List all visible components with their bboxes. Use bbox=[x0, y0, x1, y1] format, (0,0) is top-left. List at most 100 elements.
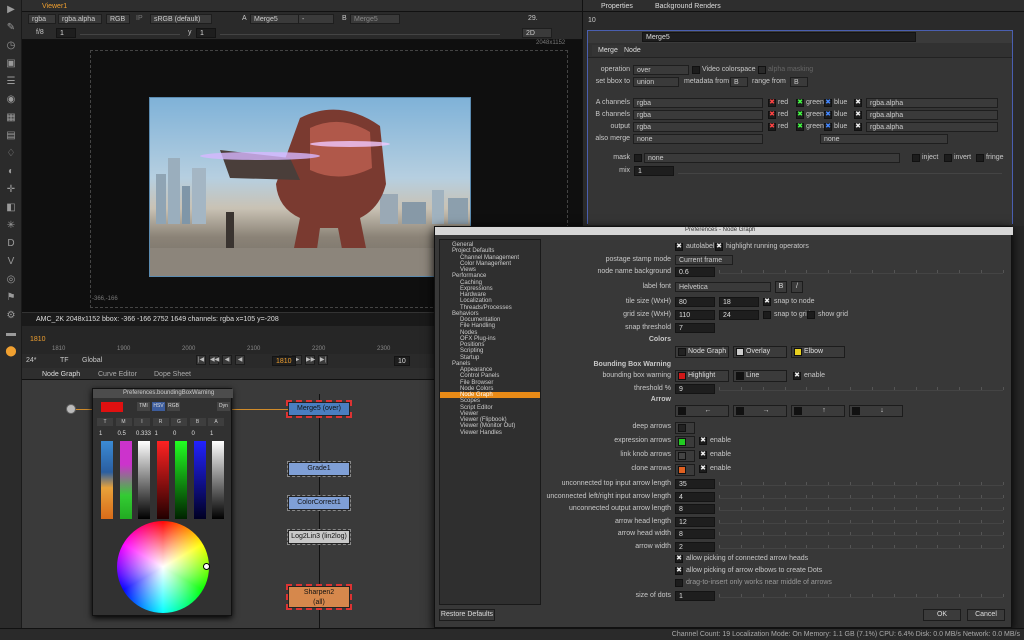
channel-slider[interactable] bbox=[212, 441, 224, 519]
views-icon[interactable]: V bbox=[0, 252, 22, 270]
node-grade1[interactable]: Grade1 bbox=[287, 461, 351, 477]
merge-icon[interactable]: ◐ bbox=[0, 162, 22, 180]
fps-field[interactable]: 24* bbox=[26, 357, 37, 364]
node-colorcorrect1[interactable]: ColorCorrect1 bbox=[287, 495, 351, 511]
node-merge5[interactable]: Merge5 (over) bbox=[286, 400, 352, 418]
global-dropdown[interactable]: Global bbox=[82, 357, 102, 364]
current-frame-field[interactable]: 1810 bbox=[272, 356, 296, 366]
output-dropdown[interactable]: rgba bbox=[633, 122, 763, 132]
tab-properties[interactable]: Properties bbox=[595, 1, 639, 12]
node-sharpen2[interactable]: Sharpen2 (all) bbox=[286, 584, 352, 610]
step-field[interactable]: 10 bbox=[394, 356, 410, 366]
dyn-button[interactable]: Dyn bbox=[217, 402, 230, 411]
cancel-button[interactable]: Cancel bbox=[967, 609, 1005, 621]
mode-rgb[interactable]: RGB bbox=[167, 402, 180, 411]
mode-hsv[interactable]: HSV bbox=[152, 402, 165, 411]
channel-slider[interactable] bbox=[101, 441, 113, 519]
mix-field[interactable]: 1 bbox=[634, 166, 674, 176]
green-channel-checkbox[interactable]: ✖ bbox=[796, 99, 804, 107]
tree-item-viewer-handles[interactable]: Viewer Handles bbox=[440, 430, 540, 436]
subtab-node[interactable]: Node bbox=[618, 45, 647, 56]
last-frame-button[interactable]: ▶| bbox=[318, 355, 328, 365]
snap-to-node-checkbox[interactable]: ✖ bbox=[763, 298, 771, 306]
blue-channel-checkbox[interactable]: ✖ bbox=[824, 99, 832, 107]
arrow-length-field[interactable]: 8 bbox=[675, 529, 715, 540]
expr-arrow-color-button[interactable] bbox=[675, 436, 695, 448]
channel-t-button[interactable]: T bbox=[97, 418, 113, 426]
tab-node-graph[interactable]: Node Graph bbox=[36, 369, 86, 380]
also-merge-dropdown-2[interactable]: none bbox=[820, 134, 948, 144]
deep-icon[interactable]: D bbox=[0, 234, 22, 252]
threshold-slider[interactable] bbox=[719, 385, 1004, 391]
label-font-dropdown[interactable]: Helvetica bbox=[675, 282, 771, 292]
furnace-icon[interactable]: ▬ bbox=[0, 324, 22, 342]
node-name-bg-slider[interactable] bbox=[719, 268, 1004, 274]
restore-defaults-button[interactable]: Restore Defaults bbox=[439, 609, 495, 621]
alpha-channel-dropdown[interactable]: rgba.alpha bbox=[866, 110, 998, 120]
show-grid-checkbox[interactable] bbox=[807, 311, 815, 319]
first-frame-button[interactable]: |◀ bbox=[196, 355, 206, 365]
toggle-icon[interactable]: ▣ bbox=[0, 54, 22, 72]
color-overlay-button[interactable]: Overlay bbox=[733, 346, 787, 358]
alpha-dropdown[interactable]: rgba.alpha bbox=[58, 14, 102, 24]
alpha-masking-checkbox[interactable] bbox=[758, 66, 766, 74]
tile-width-field[interactable]: 80 bbox=[675, 297, 715, 307]
color-elbow-button[interactable]: Elbow bbox=[791, 346, 845, 358]
grid-height-field[interactable]: 24 bbox=[719, 310, 759, 320]
size-of-dots-slider[interactable] bbox=[719, 592, 1004, 598]
expr-enable-checkbox[interactable]: ✖ bbox=[699, 437, 707, 445]
channel-slider[interactable] bbox=[193, 441, 206, 519]
color-icon[interactable]: ◉ bbox=[0, 90, 22, 108]
gain-field[interactable]: 1 bbox=[56, 28, 76, 38]
arrow-length-slider[interactable] bbox=[719, 480, 1004, 486]
gamma-field[interactable]: 1 bbox=[196, 28, 216, 38]
metadata-dropdown[interactable]: B bbox=[730, 77, 748, 87]
metadata-icon[interactable]: ◎ bbox=[0, 270, 22, 288]
link-enable-checkbox[interactable]: ✖ bbox=[699, 451, 707, 459]
arrow-direction-button[interactable]: ← bbox=[675, 405, 729, 417]
mask-dropdown[interactable]: none bbox=[644, 153, 900, 163]
a-channels-dropdown[interactable]: rgba bbox=[633, 98, 763, 108]
filter-icon[interactable]: ▤ bbox=[0, 126, 22, 144]
keyer-icon[interactable]: ♢ bbox=[0, 144, 22, 162]
channel-i-button[interactable]: I bbox=[134, 418, 150, 426]
threshold-field[interactable]: 9 bbox=[675, 384, 715, 394]
next-key-button[interactable]: ▶▶ bbox=[305, 355, 315, 365]
gamma-slider[interactable] bbox=[220, 29, 500, 35]
arrow-length-field[interactable]: 8 bbox=[675, 504, 715, 515]
tab-dope-sheet[interactable]: Dope Sheet bbox=[148, 369, 197, 380]
bold-font-button[interactable]: B bbox=[775, 281, 787, 293]
channel-b-button[interactable]: B bbox=[189, 418, 206, 426]
arrow-length-field[interactable]: 35 bbox=[675, 479, 715, 489]
red-channel-checkbox[interactable]: ✖ bbox=[768, 123, 776, 131]
node-name-field[interactable]: Merge5 bbox=[642, 32, 916, 42]
toolsets-icon[interactable]: ⚑ bbox=[0, 288, 22, 306]
a-input-dropdown[interactable]: Merge5 bbox=[250, 14, 302, 24]
color-wheel[interactable] bbox=[117, 521, 210, 613]
compare-dropdown[interactable]: - bbox=[298, 14, 334, 24]
prev-key-button[interactable]: ◀◀ bbox=[209, 355, 219, 365]
red-channel-checkbox[interactable]: ✖ bbox=[768, 111, 776, 119]
channel-slider[interactable] bbox=[138, 441, 150, 519]
max-panels-field[interactable]: 10 bbox=[588, 17, 596, 24]
alpha-channel-dropdown[interactable]: rgba.alpha bbox=[866, 122, 998, 132]
channel-slider[interactable] bbox=[175, 441, 187, 519]
bbox-highlight-button[interactable]: Highlight bbox=[675, 370, 729, 382]
tile-height-field[interactable]: 18 bbox=[719, 297, 759, 307]
arrow-length-field[interactable]: 2 bbox=[675, 542, 715, 552]
play-back-button[interactable]: ◀ bbox=[235, 355, 245, 365]
other-icon[interactable]: ⚙ bbox=[0, 306, 22, 324]
channels-dropdown[interactable]: rgba bbox=[28, 14, 56, 24]
node-name-bg-field[interactable]: 0.6 bbox=[675, 267, 715, 277]
channel-slider[interactable] bbox=[156, 441, 169, 519]
arrow-length-slider[interactable] bbox=[719, 543, 1004, 549]
link-arrow-color-button[interactable] bbox=[675, 450, 695, 462]
arrow-direction-button[interactable]: → bbox=[733, 405, 787, 417]
bbox-line-button[interactable]: Line bbox=[733, 370, 787, 382]
grid-width-field[interactable]: 110 bbox=[675, 310, 715, 320]
channel-icon[interactable]: ▦ bbox=[0, 108, 22, 126]
invert-checkbox[interactable] bbox=[944, 154, 952, 162]
alpha-channel-checkbox[interactable]: ✖ bbox=[854, 99, 862, 107]
size-of-dots-field[interactable]: 1 bbox=[675, 591, 715, 601]
mix-slider[interactable] bbox=[678, 168, 1002, 174]
